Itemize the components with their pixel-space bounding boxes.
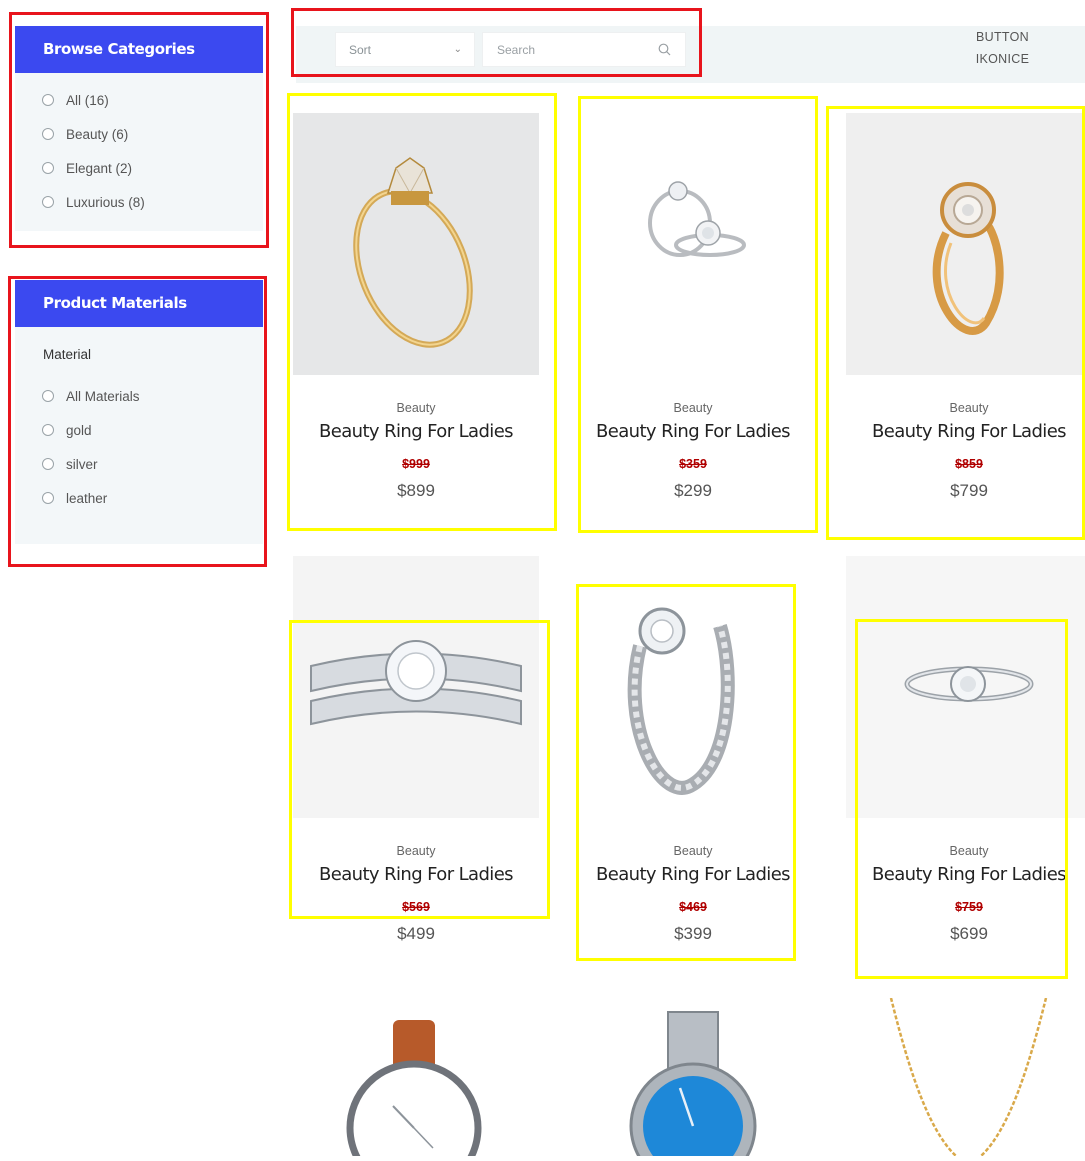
gold-chain-necklace-icon xyxy=(889,997,1048,1157)
annotation-box xyxy=(826,106,1085,540)
annotation-box xyxy=(8,276,267,567)
leather-strap-watch-icon xyxy=(346,1020,482,1161)
annotation-box xyxy=(855,619,1068,979)
annotation-box xyxy=(9,12,269,248)
annotation-box xyxy=(289,620,550,919)
product-card[interactable] xyxy=(846,997,1085,1157)
annotation-box xyxy=(291,8,702,77)
blue-dial-steel-watch-icon xyxy=(629,1011,757,1161)
product-price: $499 xyxy=(397,924,435,943)
icon-button[interactable]: BUTTON IKONICE xyxy=(955,26,1050,72)
product-card[interactable] xyxy=(293,998,539,1161)
annotation-box xyxy=(578,96,818,533)
annotation-box xyxy=(287,93,557,531)
annotation-box xyxy=(576,584,796,961)
product-card[interactable] xyxy=(570,998,816,1161)
